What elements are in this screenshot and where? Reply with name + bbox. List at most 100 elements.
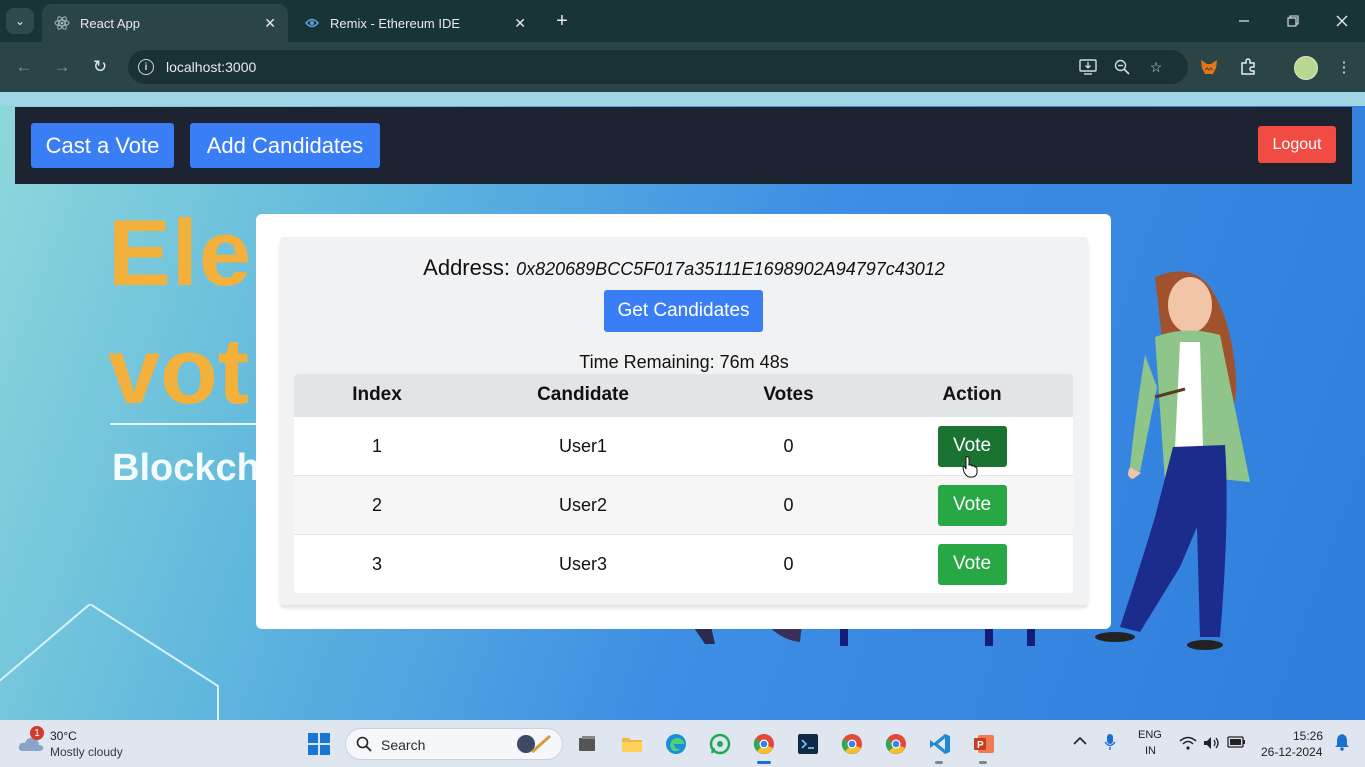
restore-icon[interactable]: [1278, 8, 1308, 34]
candidate-name: User3: [558, 553, 607, 574]
weather-temp[interactable]: 30°C: [50, 729, 77, 743]
hand-cursor-icon: [962, 456, 978, 478]
column-header-votes: Votes: [763, 384, 814, 405]
microphone-icon[interactable]: [1104, 733, 1116, 754]
back-icon[interactable]: ←: [12, 55, 36, 79]
remix-icon: [304, 15, 320, 31]
address-line: Address: 0x820689BCC5F017a35111E1698902A…: [280, 255, 1088, 281]
hexagon-decoration: [0, 604, 219, 720]
search-highlight-icon: [517, 734, 551, 754]
clock-time[interactable]: 15:26: [1293, 729, 1323, 743]
candidate-votes: 0: [783, 553, 794, 574]
svg-text:P: P: [977, 740, 984, 751]
candidate-index: 1: [371, 435, 382, 456]
app-navbar: Cast a Vote Add Candidates Logout: [15, 107, 1352, 184]
vote-button[interactable]: Vote: [937, 543, 1007, 585]
voting-panel: Address: 0x820689BCC5F017a35111E1698902A…: [256, 214, 1111, 629]
powerpoint-icon[interactable]: P: [971, 731, 997, 757]
profile-avatar[interactable]: [1294, 56, 1318, 80]
react-icon: [54, 15, 70, 31]
site-info-icon[interactable]: i: [138, 59, 154, 75]
table-row: 2 User2 0 Vote: [294, 475, 1073, 534]
tab-search-dropdown[interactable]: ⌄: [6, 8, 34, 34]
forward-icon[interactable]: →: [50, 55, 74, 79]
add-candidates-button[interactable]: Add Candidates: [190, 123, 380, 168]
extensions-icon[interactable]: [1237, 56, 1259, 78]
task-view-icon[interactable]: [574, 731, 600, 757]
terminal-app-icon[interactable]: [795, 731, 821, 757]
clock-date[interactable]: 26-12-2024: [1261, 745, 1322, 759]
url-text[interactable]: localhost:3000: [166, 59, 256, 75]
language-indicator[interactable]: ENG: [1138, 729, 1162, 741]
candidate-votes: 0: [783, 494, 794, 515]
search-placeholder: Search: [381, 737, 426, 753]
wifi-icon[interactable]: [1179, 736, 1197, 753]
app-page: Ele vot Blockch Cast a Vote Add Candidat…: [0, 92, 1365, 720]
person-illustration: [1095, 271, 1250, 650]
close-tab-icon[interactable]: ✕: [264, 15, 276, 32]
browser-toolbar: ← → ↻ i localhost:3000 ☆ ⋮: [0, 42, 1365, 92]
zoom-icon[interactable]: [1112, 58, 1132, 76]
notification-badge: 1: [30, 726, 44, 740]
bookmark-star-icon[interactable]: ☆: [1146, 58, 1166, 76]
column-header-action: Action: [942, 384, 1002, 405]
browser-tab-bar: ⌄ React App ✕ Remix - Ethereum IDE ✕ +: [0, 0, 1365, 42]
volume-icon[interactable]: [1203, 736, 1221, 753]
hero-divider: [110, 423, 270, 425]
address-value: 0x820689BCC5F017a35111E1698902A94797c430…: [516, 259, 945, 279]
candidate-index: 2: [371, 494, 382, 515]
active-app-indicator: [757, 761, 771, 764]
table-header: Index Candidate Votes Action: [294, 374, 1073, 416]
hero-subtitle: Blockch: [112, 447, 260, 489]
new-tab-button[interactable]: +: [550, 9, 574, 33]
candidate-name: User1: [558, 435, 607, 456]
time-remaining: Time Remaining: 76m 48s: [579, 352, 789, 372]
candidates-table: Index Candidate Votes Action 1 User1 0 V…: [294, 374, 1073, 593]
region-indicator[interactable]: IN: [1145, 745, 1156, 757]
table-row: 3 User3 0 Vote: [294, 534, 1073, 593]
edge-icon[interactable]: [663, 731, 689, 757]
address-bar[interactable]: i localhost:3000 ☆: [128, 50, 1188, 84]
tab-remix-ide[interactable]: Remix - Ethereum IDE ✕: [292, 4, 538, 42]
chrome-profile-icon[interactable]: [839, 731, 865, 757]
cast-vote-button[interactable]: Cast a Vote: [31, 123, 174, 168]
candidate-index: 3: [371, 553, 382, 574]
whatsapp-icon[interactable]: [707, 731, 733, 757]
action-cell: Vote: [871, 476, 1073, 534]
candidate-name: User2: [558, 494, 607, 515]
running-app-indicator: [979, 761, 987, 764]
chevron-down-icon: ⌄: [14, 14, 26, 28]
column-header-candidate: Candidate: [537, 384, 629, 405]
hero-title-line2: vot: [108, 318, 249, 423]
windows-start-icon[interactable]: [306, 731, 332, 757]
search-icon: [354, 734, 374, 754]
get-candidates-button[interactable]: Get Candidates: [604, 290, 763, 332]
column-header-index: Index: [352, 384, 402, 405]
close-window-icon[interactable]: [1327, 8, 1357, 34]
close-tab-icon[interactable]: ✕: [514, 15, 526, 32]
metamask-icon[interactable]: [1198, 56, 1220, 78]
more-menu-icon[interactable]: ⋮: [1333, 56, 1355, 78]
tab-react-app[interactable]: React App ✕: [42, 4, 288, 42]
chrome-icon[interactable]: [751, 731, 777, 757]
candidate-votes: 0: [783, 435, 794, 456]
vscode-icon[interactable]: [927, 731, 953, 757]
windows-taskbar: 1 30°C Mostly cloudy Search P ENG IN 15:…: [0, 720, 1365, 767]
reload-icon[interactable]: ↻: [88, 55, 112, 79]
voting-card: Address: 0x820689BCC5F017a35111E1698902A…: [280, 237, 1088, 605]
file-explorer-icon[interactable]: [619, 731, 645, 757]
weather-desc[interactable]: Mostly cloudy: [50, 745, 123, 759]
hero-title-line1: Ele: [108, 200, 253, 305]
chrome-profile2-icon[interactable]: [883, 731, 909, 757]
chevron-up-icon[interactable]: [1073, 734, 1087, 749]
vote-button[interactable]: Vote: [937, 484, 1007, 526]
battery-icon[interactable]: [1227, 736, 1247, 751]
notification-bell-icon[interactable]: [1334, 733, 1350, 754]
minimize-icon[interactable]: [1229, 8, 1259, 34]
top-band: [0, 92, 1365, 106]
taskbar-search[interactable]: Search: [345, 728, 563, 760]
logout-button[interactable]: Logout: [1258, 126, 1336, 163]
action-cell: Vote: [871, 535, 1073, 593]
install-app-icon[interactable]: [1078, 58, 1098, 76]
tab-title: React App: [80, 15, 140, 31]
